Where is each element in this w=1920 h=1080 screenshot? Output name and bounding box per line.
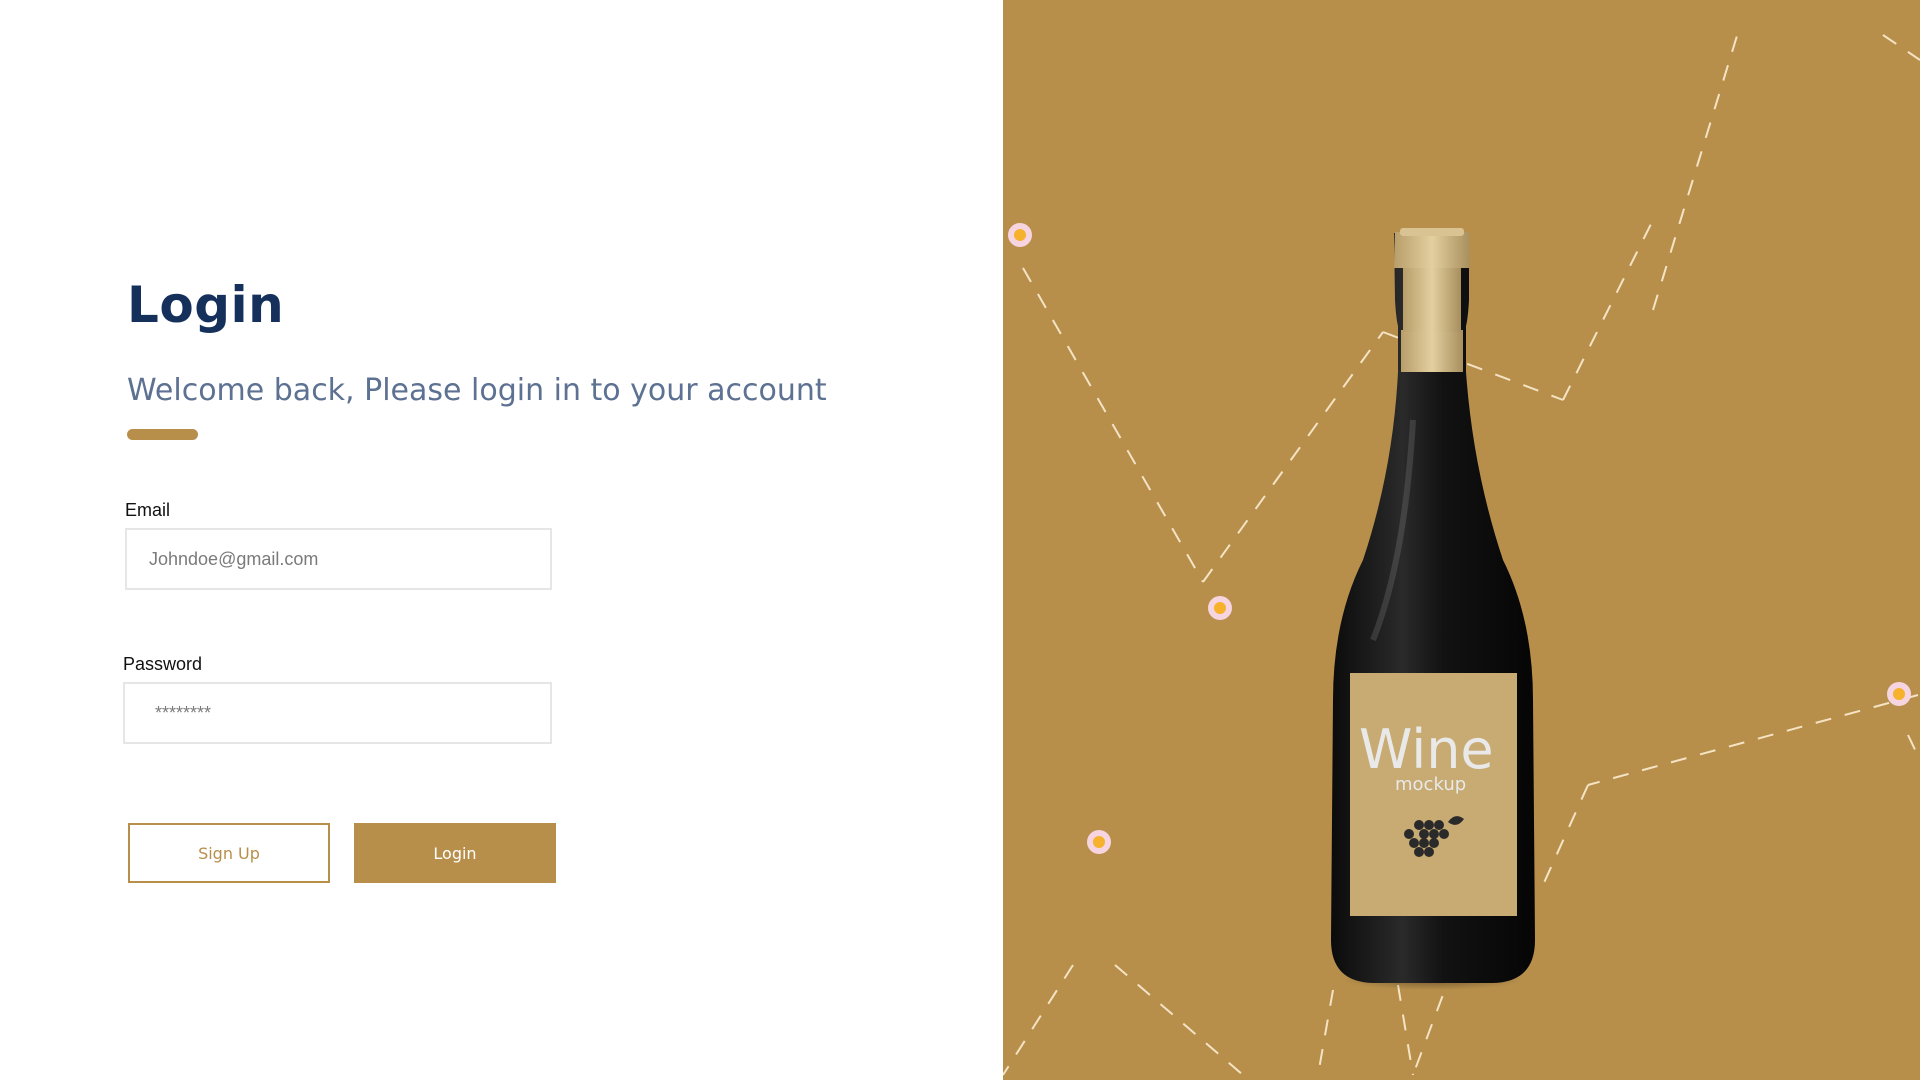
dot-marker xyxy=(1887,682,1911,706)
password-label: Password xyxy=(123,654,203,674)
login-button[interactable]: Login xyxy=(354,823,556,883)
dot-marker xyxy=(1087,830,1111,854)
dot-marker xyxy=(1208,596,1232,620)
label-subtitle: mockup xyxy=(1395,774,1466,795)
hero-panel: Wine mockup xyxy=(1003,0,1920,1080)
dot-marker xyxy=(1008,223,1032,247)
page-subtitle: Welcome back, Please login in to your ac… xyxy=(127,373,827,408)
login-panel: Login Welcome back, Please login in to y… xyxy=(0,0,1003,1080)
password-field[interactable] xyxy=(123,682,552,744)
accent-bar xyxy=(127,429,198,440)
label-title: Wine xyxy=(1359,718,1494,781)
email-field[interactable] xyxy=(125,528,552,590)
sign-up-button[interactable]: Sign Up xyxy=(128,823,330,883)
page-title: Login xyxy=(127,276,285,334)
hero-illustration: Wine mockup xyxy=(1003,0,1920,1080)
email-label: Email xyxy=(125,500,171,520)
